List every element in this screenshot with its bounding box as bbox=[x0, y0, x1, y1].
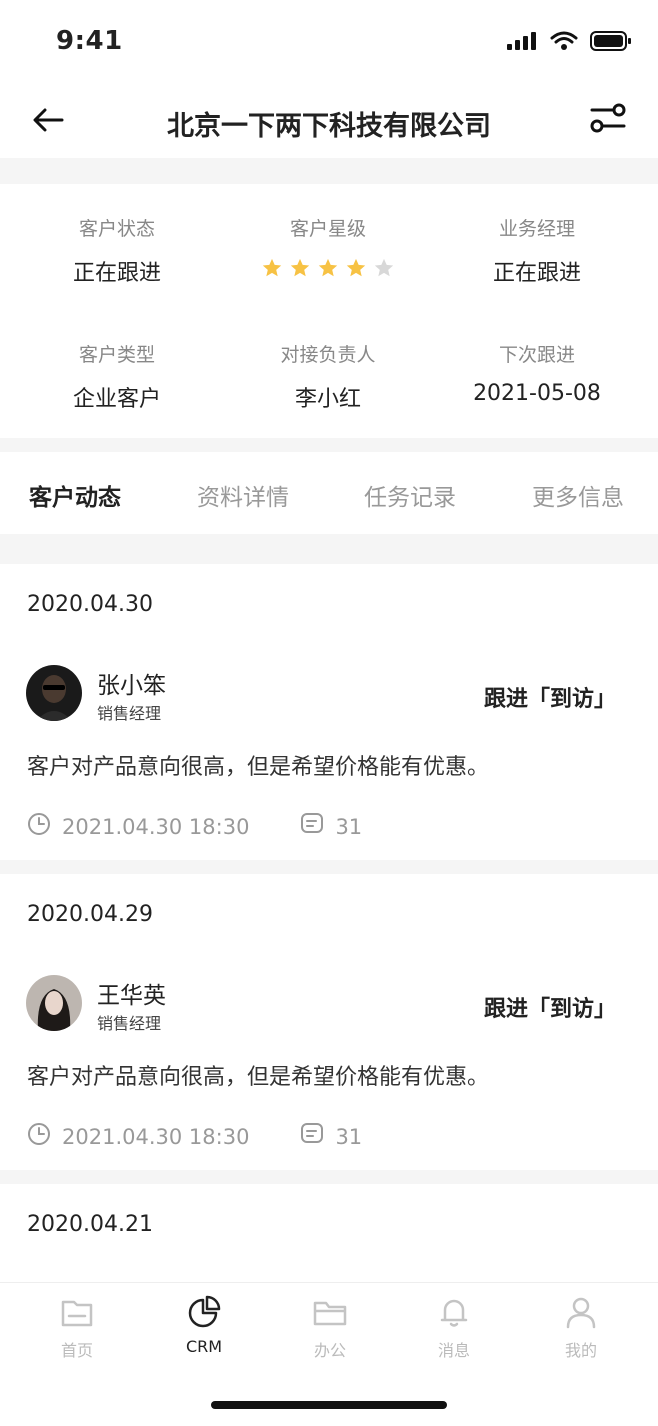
user-name: 张小笨 bbox=[97, 673, 166, 699]
activity-content: 客户对产品意向很高，但是希望价格能有优惠。 bbox=[27, 1065, 490, 1090]
tab-more-info[interactable]: 更多信息 bbox=[532, 478, 624, 512]
contact-label: 对接负责人 bbox=[280, 344, 376, 366]
user-role: 销售经理 bbox=[97, 1014, 162, 1033]
type-value: 企业客户 bbox=[72, 387, 161, 412]
tabbar-item-home[interactable]: 首页 bbox=[32, 1293, 122, 1361]
pie-chart-icon bbox=[159, 1293, 249, 1331]
comment-icon bbox=[299, 811, 325, 842]
star-rating bbox=[223, 257, 433, 279]
detail-tabs: 客户动态 资料详情 任务记录 更多信息 bbox=[0, 452, 658, 534]
activity-content: 客户对产品意向很高，但是希望价格能有优惠。 bbox=[27, 755, 490, 780]
type-cell: 客户类型 企业客户 bbox=[12, 340, 222, 413]
tab-customer-activity[interactable]: 客户动态 bbox=[29, 478, 121, 512]
activity-meta: 2021.04.30 18:30 31 bbox=[26, 811, 362, 842]
tabbar-item-profile[interactable]: 我的 bbox=[536, 1293, 626, 1361]
type-label: 客户类型 bbox=[78, 344, 155, 366]
nav-bar: 北京一下两下科技有限公司 bbox=[0, 86, 658, 158]
home-indicator[interactable] bbox=[211, 1401, 447, 1409]
status-bar: 9:41 bbox=[0, 0, 658, 86]
star-icon bbox=[345, 257, 367, 279]
contact-cell: 对接负责人 李小红 bbox=[223, 340, 433, 413]
activity-date: 2020.04.30 bbox=[27, 592, 153, 617]
activity-date: 2020.04.21 bbox=[27, 1212, 153, 1237]
tab-profile-details[interactable]: 资料详情 bbox=[197, 478, 289, 512]
page-title: 北京一下两下科技有限公司 bbox=[167, 111, 491, 142]
next-followup-cell: 下次跟进 2021-05-08 bbox=[432, 340, 642, 406]
manager-cell: 业务经理 正在跟进 bbox=[432, 214, 642, 287]
status-cell: 客户状态 正在跟进 bbox=[12, 214, 222, 287]
tab-task-records[interactable]: 任务记录 bbox=[364, 478, 456, 512]
manager-label: 业务经理 bbox=[498, 218, 575, 240]
wifi-icon bbox=[550, 31, 578, 55]
followup-type: 跟进「到访」 bbox=[483, 997, 616, 1022]
tabbar-item-messages[interactable]: 消息 bbox=[409, 1293, 499, 1361]
activity-meta: 2021.04.30 18:30 31 bbox=[26, 1121, 362, 1152]
activity-card[interactable]: 2020.04.30 张小笨 销售经理 跟进「到访」 客户对产品意向很高，但是希… bbox=[0, 564, 658, 860]
status-icons bbox=[506, 30, 632, 56]
status-label: 客户状态 bbox=[78, 218, 155, 240]
user-role: 销售经理 bbox=[97, 704, 162, 723]
signal-icon bbox=[506, 31, 538, 55]
tabbar-label-office: 办公 bbox=[313, 1341, 346, 1360]
filter-settings-icon[interactable] bbox=[588, 98, 628, 138]
star-icon bbox=[317, 257, 339, 279]
avatar bbox=[26, 975, 82, 1031]
comment-count[interactable]: 31 bbox=[335, 815, 362, 839]
clock-icon bbox=[26, 811, 52, 842]
activity-card[interactable]: 2020.04.29 王华英 销售经理 跟进「到访」 客户对产品意向很高，但是希… bbox=[0, 874, 658, 1170]
clock-icon bbox=[26, 1121, 52, 1152]
tabbar-item-office[interactable]: 办公 bbox=[285, 1293, 375, 1361]
activity-time: 2021.04.30 18:30 bbox=[62, 1124, 250, 1149]
comment-count[interactable]: 31 bbox=[335, 1125, 362, 1149]
activity-card[interactable]: 2020.04.21 bbox=[0, 1184, 658, 1282]
customer-summary: 客户状态 正在跟进 客户星级 业务经理 正在跟进 客户类型 企业客户 对接负责人… bbox=[0, 184, 658, 438]
star-icon bbox=[289, 257, 311, 279]
battery-icon bbox=[590, 30, 632, 56]
folder-icon bbox=[285, 1293, 375, 1331]
tabbar-item-crm[interactable]: CRM bbox=[159, 1293, 249, 1356]
avatar bbox=[26, 665, 82, 721]
manager-value: 正在跟进 bbox=[492, 261, 581, 286]
star-icon bbox=[373, 257, 395, 279]
comment-icon bbox=[299, 1121, 325, 1152]
user-icon bbox=[536, 1293, 626, 1331]
status-value: 正在跟进 bbox=[72, 261, 161, 286]
activity-date: 2020.04.29 bbox=[27, 902, 153, 927]
activity-time: 2021.04.30 18:30 bbox=[62, 814, 250, 839]
next-followup-label: 下次跟进 bbox=[498, 344, 575, 366]
contact-value: 李小红 bbox=[294, 387, 361, 412]
bell-icon bbox=[409, 1293, 499, 1331]
home-folder-icon bbox=[32, 1293, 122, 1331]
next-followup-value: 2021-05-08 bbox=[473, 381, 601, 406]
star-icon bbox=[261, 257, 283, 279]
followup-type: 跟进「到访」 bbox=[483, 687, 616, 712]
tabbar-label-profile: 我的 bbox=[564, 1341, 597, 1360]
tabbar-label-messages: 消息 bbox=[437, 1341, 470, 1360]
user-name: 王华英 bbox=[97, 983, 166, 1009]
status-time: 9:41 bbox=[56, 26, 123, 56]
tabbar-label-crm: CRM bbox=[185, 1337, 223, 1356]
tabbar-label-home: 首页 bbox=[60, 1341, 93, 1360]
stars-label: 客户星级 bbox=[289, 218, 366, 240]
stars-cell: 客户星级 bbox=[223, 214, 433, 279]
